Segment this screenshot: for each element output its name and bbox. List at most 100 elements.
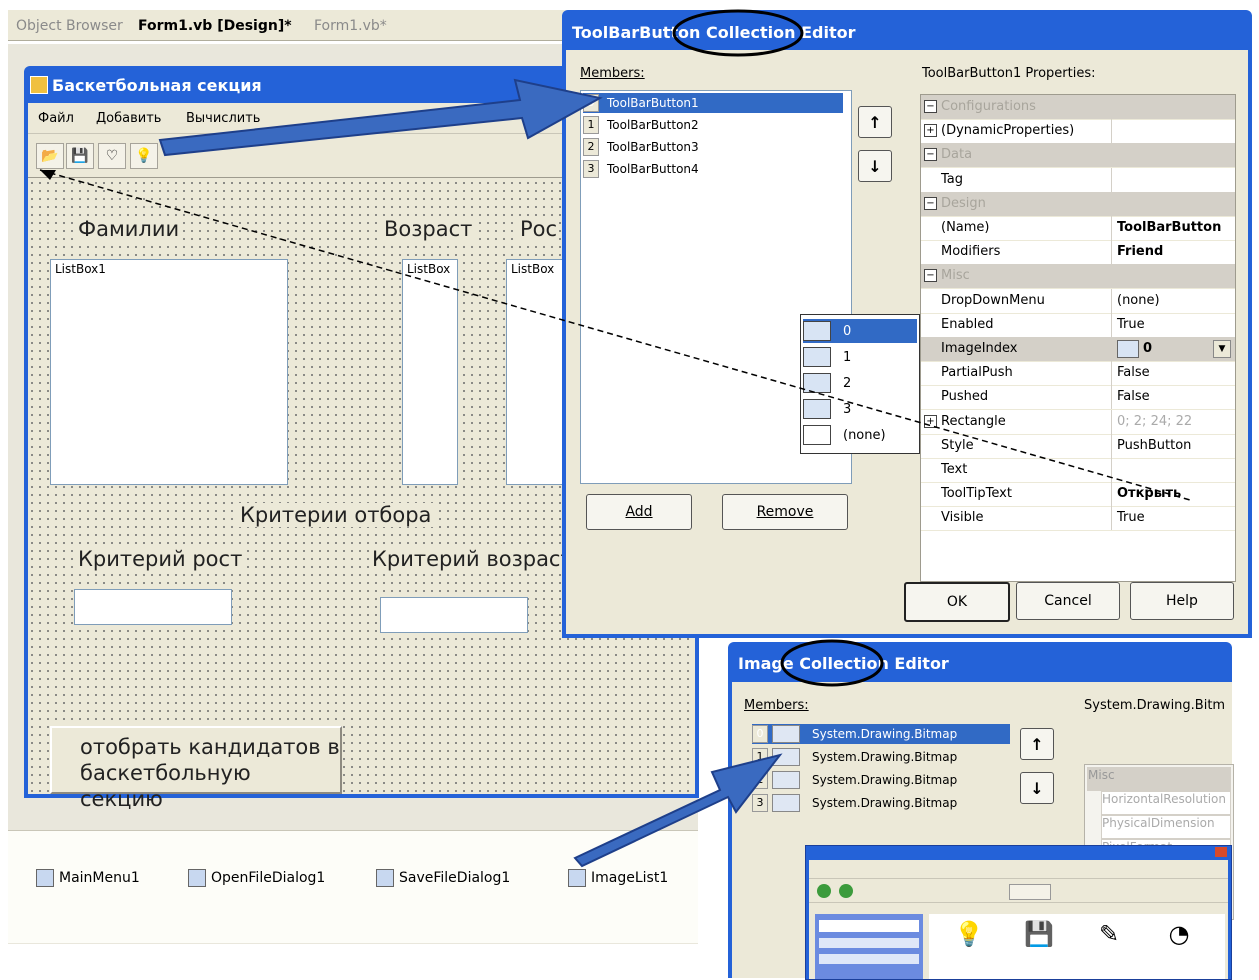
label-age: Возраст [382,217,475,241]
collapse-icon[interactable]: − [924,196,937,210]
property-row[interactable]: ToolTipText Открыть [921,482,1235,508]
image-member-row[interactable]: 0 System.Drawing.Bitmap [752,724,1010,744]
member-row[interactable]: 2 ToolBarButton3 [583,137,843,157]
textbox-criteria-height[interactable] [74,589,232,625]
add-button[interactable]: Add [586,494,692,530]
collapse-icon[interactable]: − [924,100,937,113]
task-pane-item[interactable] [819,938,919,948]
forward-icon[interactable] [839,884,853,898]
select-candidates-button[interactable]: отобрать кандидатов в баскетбольную секц… [50,726,342,811]
property-value[interactable]: 0 [1143,341,1152,356]
tray-savefiledialog[interactable]: SaveFileDialog1 [376,869,510,887]
clock-icon[interactable]: ◔ [1157,920,1201,948]
ice-members-list[interactable]: 0 System.Drawing.Bitmap 1 System.Drawing.Bi… [732,724,1032,824]
tray-savefiledialog-label: SaveFileDialog1 [399,870,511,886]
pen-icon[interactable]: ✎ [1087,920,1131,948]
member-row[interactable]: 1 ToolBarButton2 [583,115,843,135]
property-value[interactable]: False [1117,389,1150,404]
image-member-row[interactable]: 2 System.Drawing.Bitmap [752,770,1010,790]
remove-button[interactable]: Remove [722,494,848,530]
expand-icon[interactable]: + [924,124,937,138]
property-row[interactable]: PartialPush False [921,361,1235,387]
property-category[interactable]: − Misc [921,264,1235,290]
cancel-button[interactable]: Cancel [1016,582,1120,620]
property-value[interactable]: Friend [1117,244,1163,259]
property-value[interactable]: True [1117,510,1145,525]
property-row[interactable]: Tag [921,167,1235,193]
property-value[interactable]: ToolBarButton [1117,220,1221,235]
menu-add[interactable]: Добавить [96,111,161,126]
help-button[interactable]: Help [1130,582,1234,620]
imageindex-dropdown[interactable]: 0 1 2 3 (none) [800,314,920,454]
property-value[interactable]: PushButton [1117,438,1191,453]
image-member-row[interactable]: 1 System.Drawing.Bitmap [752,747,1010,767]
move-up-icon[interactable]: ↑ [858,106,892,138]
dropdown-option[interactable]: 2 [803,371,917,395]
ice-property-row[interactable]: PhysicalDimension [1101,815,1231,839]
expand-icon[interactable]: + [924,414,937,428]
property-row[interactable]: (Name) ToolBarButton [921,216,1235,241]
property-category[interactable]: − Configurations [921,95,1235,120]
task-pane-item[interactable] [819,920,919,932]
ice-property-row[interactable]: HorizontalResolution [1101,791,1231,815]
tab-form-design[interactable]: Form1.vb [Design]* [138,18,292,34]
property-row[interactable]: Text [921,458,1235,483]
tab-form-code[interactable]: Form1.vb* [314,18,387,34]
property-value[interactable]: Открыть [1117,486,1181,501]
tray-imagelist-label: ImageList1 [591,870,669,886]
views-icon[interactable] [1009,884,1051,900]
textbox-criteria-age[interactable] [380,597,528,633]
property-value[interactable]: 0; 2; 24; 22 [1117,414,1192,429]
ice-property-category[interactable]: Misc [1087,767,1231,791]
property-row[interactable]: + (DynamicProperties) [921,119,1235,145]
member-row[interactable]: 3 ToolBarButton4 [583,159,843,179]
property-value[interactable]: False [1117,365,1150,380]
property-value[interactable]: (none) [1117,293,1160,308]
heart-icon[interactable]: ♡ [98,143,126,169]
property-divider [1111,167,1112,192]
property-row[interactable]: Modifiers Friend [921,240,1235,266]
property-category[interactable]: − Design [921,191,1235,217]
property-row[interactable]: Visible True [921,506,1235,532]
listbox-age[interactable]: ListBox [402,259,458,485]
property-row[interactable]: Enabled True [921,312,1235,338]
property-row[interactable]: + Rectangle 0; 2; 24; 22 [921,409,1235,435]
collapse-icon[interactable]: − [924,148,937,162]
dropdown-option[interactable]: 1 [803,345,917,369]
tray-mainmenu[interactable]: MainMenu1 [36,869,140,887]
collapse-icon[interactable]: − [924,269,937,283]
ok-button[interactable]: OK [904,582,1010,622]
dropdown-option[interactable]: (none) [803,423,917,447]
member-row[interactable]: 0 ToolBarButton1 [583,93,843,113]
bulb-icon[interactable]: 💡 [130,143,158,169]
label-criteria-age: Критерий возраст [370,547,575,571]
ice-move-up-icon[interactable]: ↑ [1020,728,1054,760]
listbox-height[interactable]: ListBox [506,259,566,485]
task-pane-item[interactable] [819,954,919,964]
property-value[interactable]: True [1117,317,1145,332]
disk-icon[interactable]: 💾 [1017,920,1061,948]
move-down-icon[interactable]: ↓ [858,150,892,182]
chevron-down-icon[interactable]: ▼ [1213,340,1231,358]
disk-icon[interactable]: 💾 [66,143,94,169]
ice-move-down-icon[interactable]: ↓ [1020,772,1054,804]
menu-file[interactable]: Файл [38,111,74,126]
tray-openfiledialog[interactable]: OpenFileDialog1 [188,869,325,887]
open-folder-icon[interactable]: 📂 [36,143,64,169]
tray-imagelist[interactable]: ImageList1 [568,869,668,887]
bulb-icon[interactable]: 💡 [947,920,991,948]
menu-calculate[interactable]: Вычислить [186,111,260,126]
property-row[interactable]: Pushed False [921,385,1235,411]
close-icon[interactable] [1215,847,1227,857]
tab-object-browser[interactable]: Object Browser [16,18,123,34]
dropdown-option[interactable]: 3 [803,397,917,421]
dropdown-option[interactable]: 0 [803,319,917,343]
property-row[interactable]: DropDownMenu (none) [921,288,1235,314]
property-row[interactable]: ImageIndex 0 ▼ [921,337,1235,362]
property-category[interactable]: − Data [921,143,1235,169]
tbc-property-grid[interactable]: − Configurations + (DynamicProperties) − Data… [920,94,1236,582]
image-member-row[interactable]: 3 System.Drawing.Bitmap [752,793,1010,813]
back-icon[interactable] [817,884,831,898]
property-row[interactable]: Style PushButton [921,433,1235,459]
listbox-surnames[interactable]: ListBox1 [50,259,288,485]
